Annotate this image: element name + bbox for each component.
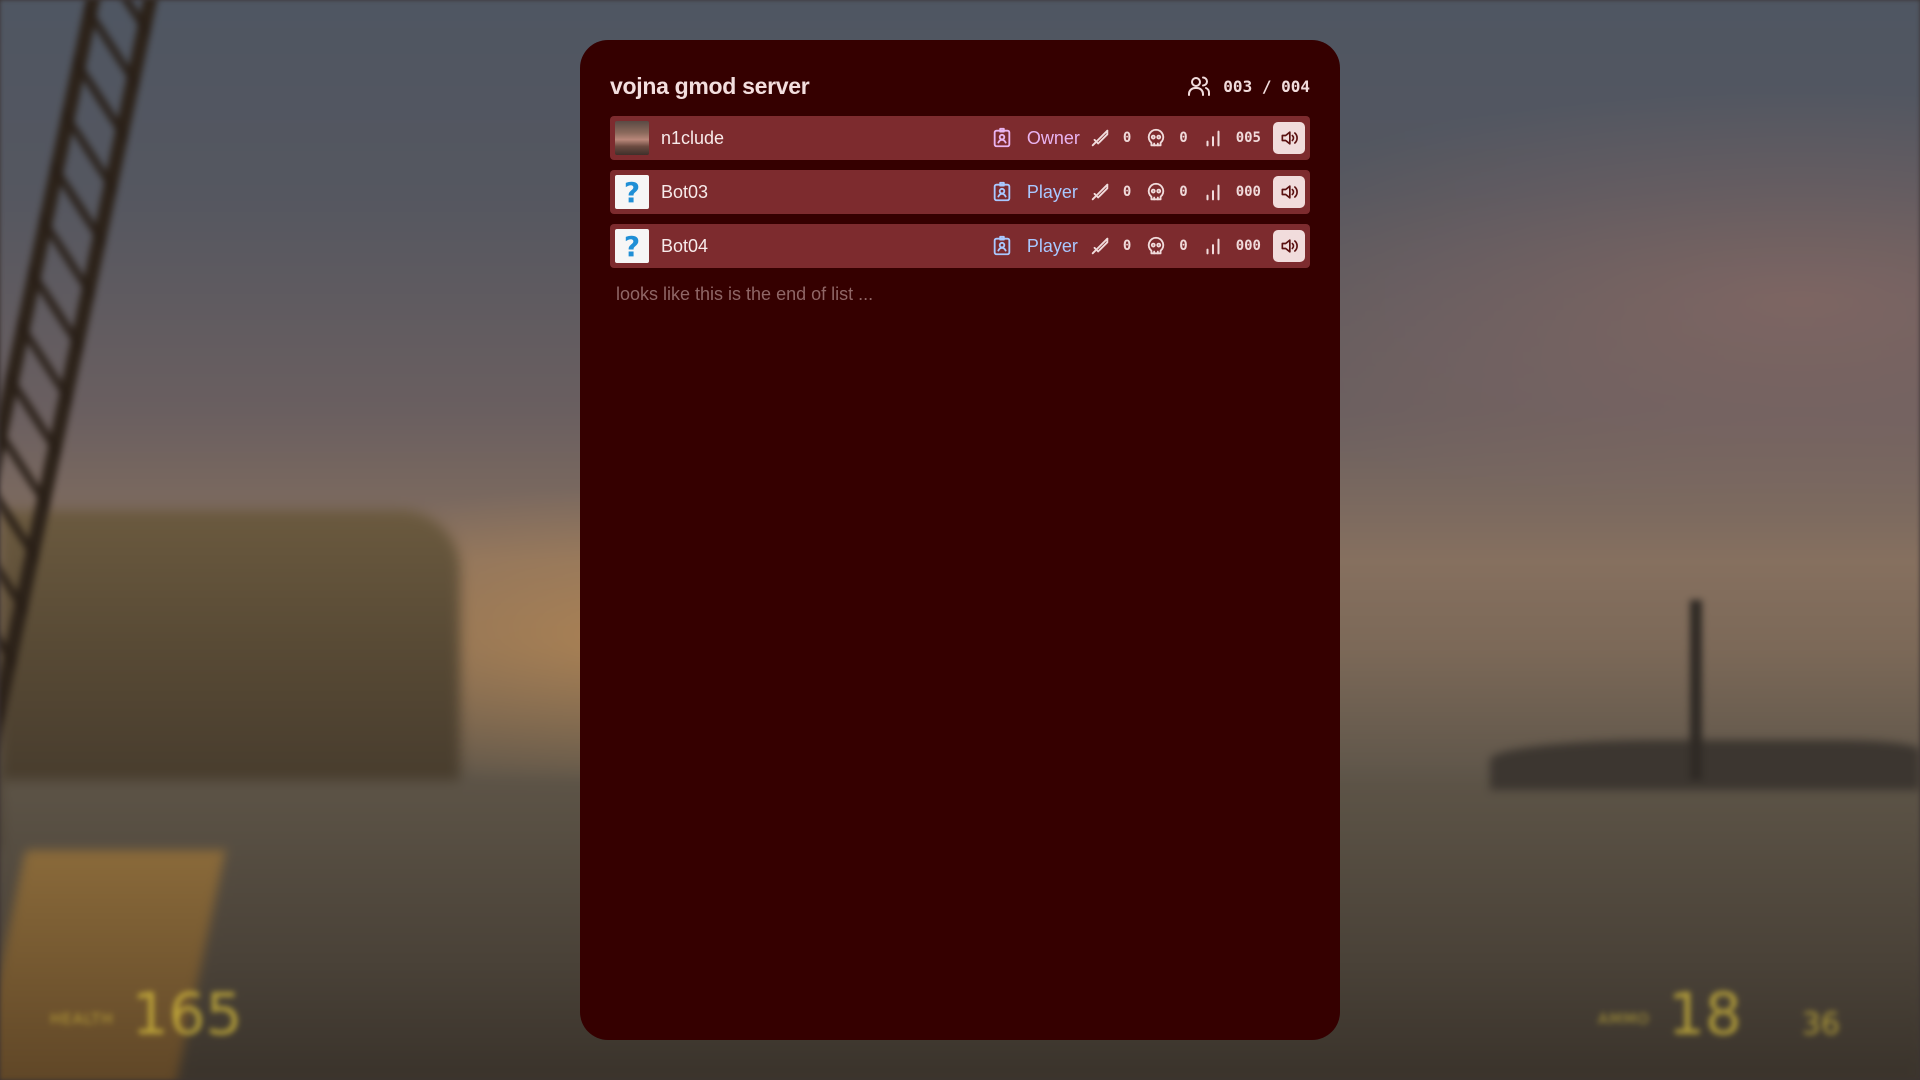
- player-row[interactable]: ? Bot03 Player 0 0 000: [610, 170, 1310, 214]
- hud-ammo-value: 18: [1667, 980, 1742, 1048]
- hud-health: HEALTH 165: [50, 980, 242, 1048]
- sword-icon: [1091, 129, 1109, 147]
- mute-button[interactable]: [1273, 122, 1305, 154]
- speaker-icon: [1281, 131, 1298, 145]
- player-list: n1clude Owner 0 0 005 ? Bot03 Player 0 0…: [610, 116, 1310, 268]
- scoreboard-panel: vojna gmod server 003 / 004 n1clude Owne…: [580, 40, 1340, 1040]
- hud-ammo-label: AMMO: [1598, 1010, 1650, 1028]
- question-mark-icon: ?: [623, 175, 641, 209]
- signal-icon: [1206, 130, 1220, 147]
- skull-icon: [1148, 128, 1165, 147]
- player-kills: 0: [1122, 130, 1132, 146]
- player-deaths: 0: [1179, 184, 1188, 200]
- player-avatar[interactable]: ?: [615, 175, 649, 209]
- mute-button[interactable]: [1273, 230, 1305, 262]
- player-row[interactable]: n1clude Owner 0 0 005: [610, 116, 1310, 160]
- player-deaths: 0: [1179, 130, 1188, 146]
- player-count-value: 003 / 004: [1223, 76, 1310, 96]
- player-stats: Player 0 0 000: [991, 230, 1305, 262]
- player-name: n1clude: [661, 127, 725, 148]
- hud-health-value: 165: [131, 980, 243, 1048]
- question-mark-icon: ?: [623, 229, 641, 263]
- id-badge-icon: [993, 235, 1011, 256]
- player-rank: Player: [1026, 181, 1078, 202]
- sword-icon: [1091, 237, 1109, 255]
- player-ping: 000: [1235, 238, 1261, 254]
- hud-ammo-reserve: 36: [1801, 1007, 1840, 1042]
- player-ping: 005: [1235, 130, 1261, 146]
- scoreboard-header: vojna gmod server 003 / 004: [610, 68, 1310, 104]
- hud-ammo: AMMO 18 36: [1598, 980, 1840, 1048]
- player-stats: Owner 0 0 005: [991, 122, 1305, 154]
- signal-icon: [1206, 184, 1220, 201]
- sword-icon: [1091, 183, 1109, 201]
- dead-tree: [1690, 600, 1702, 780]
- player-kills: 0: [1122, 238, 1132, 254]
- player-name: Bot04: [661, 235, 709, 256]
- users-icon: [1188, 76, 1211, 96]
- island: [1490, 740, 1920, 790]
- skull-icon: [1148, 236, 1165, 255]
- player-deaths: 0: [1179, 238, 1188, 254]
- player-kills: 0: [1122, 184, 1132, 200]
- player-ping: 000: [1235, 184, 1261, 200]
- player-avatar[interactable]: ?: [615, 229, 649, 263]
- server-name: vojna gmod server: [610, 72, 810, 99]
- mute-button[interactable]: [1273, 176, 1305, 208]
- skull-icon: [1148, 182, 1165, 201]
- player-row[interactable]: ? Bot04 Player 0 0 000: [610, 224, 1310, 268]
- id-badge-icon: [993, 127, 1011, 148]
- speaker-icon: [1281, 185, 1298, 199]
- player-stats: Player 0 0 000: [991, 176, 1305, 208]
- signal-icon: [1206, 238, 1220, 255]
- end-of-list-message: looks like this is the end of list ...: [616, 284, 874, 304]
- player-rank: Player: [1026, 235, 1078, 256]
- player-name: Bot03: [661, 181, 709, 202]
- player-rank: Owner: [1026, 127, 1080, 148]
- speaker-icon: [1281, 239, 1298, 253]
- id-badge-icon: [993, 181, 1011, 202]
- hud-health-label: HEALTH: [50, 1010, 114, 1028]
- player-count: 003 / 004: [1187, 74, 1310, 98]
- player-avatar[interactable]: [615, 121, 649, 155]
